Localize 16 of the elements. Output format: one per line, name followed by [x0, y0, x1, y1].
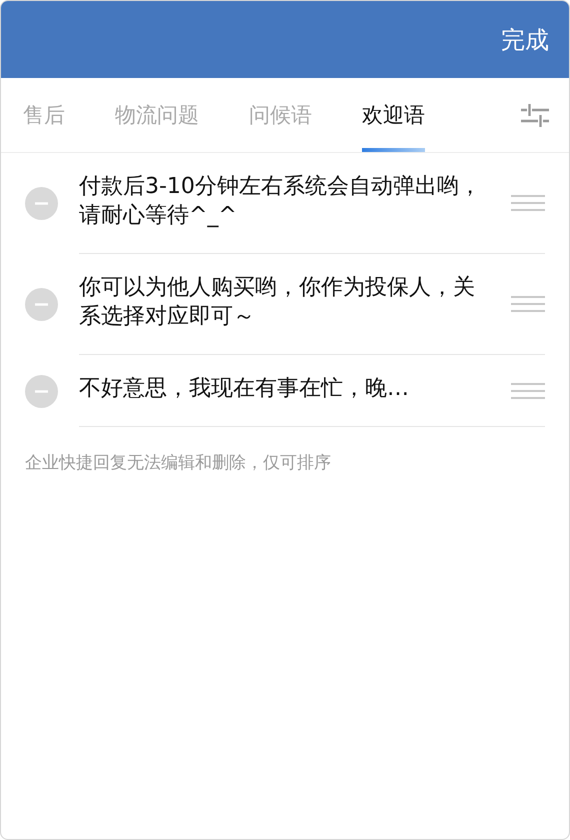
quick-reply-text: 你可以为他人购买哟，你作为投保人，关系选择对应即可～: [79, 274, 476, 331]
remove-icon[interactable]: [25, 288, 58, 321]
settings-sliders-icon[interactable]: [521, 102, 549, 128]
tab[interactable]: 问候语: [249, 78, 312, 152]
drag-handle-icon[interactable]: [511, 382, 545, 400]
tab[interactable]: 售后: [23, 78, 65, 152]
quick-reply-text: 付款后3-10分钟左右系统会自动弹出哟，请耐心等待^_^: [79, 173, 482, 230]
remove-icon[interactable]: [25, 374, 58, 408]
quick-reply-text: 不好意思，我现在有事在忙，晚…: [79, 375, 410, 403]
drag-handle-icon[interactable]: [511, 295, 545, 313]
remove-icon[interactable]: [25, 187, 58, 220]
hint-text: 企业快捷回复无法编辑和删除，仅可排序: [24, 452, 332, 475]
done-button[interactable]: 完成: [501, 20, 549, 60]
drag-handle-icon[interactable]: [511, 194, 545, 212]
tab[interactable]: 物流问题: [115, 78, 199, 152]
tab[interactable]: 欢迎语: [362, 78, 425, 152]
